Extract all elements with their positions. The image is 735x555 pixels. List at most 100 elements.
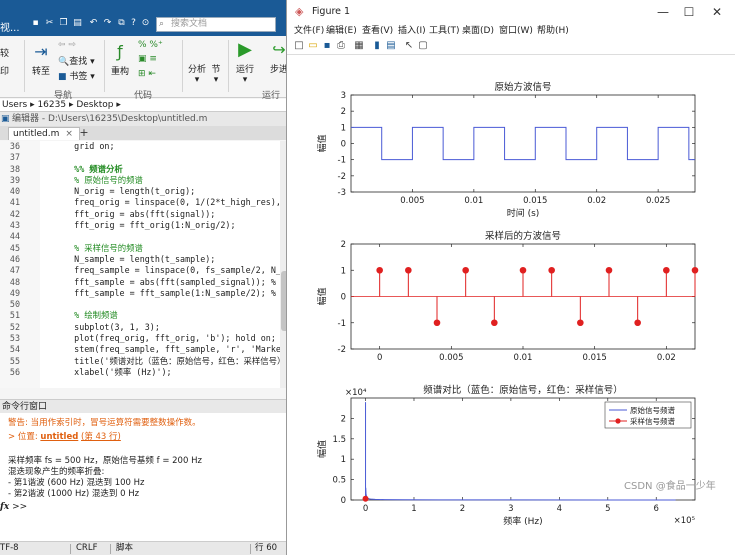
- editor-title: 编辑器 - D:\Users\16235\Desktop\untitled.m: [12, 114, 208, 124]
- menu-tools[interactable]: 工具(T): [429, 24, 460, 38]
- line-number: 40: [9, 186, 20, 197]
- paste-icon[interactable]: ▤: [72, 18, 83, 29]
- line-number: 53: [9, 333, 20, 344]
- code-editor[interactable]: 36 grid on; 37 38 %% 频谱分析 39 % 原始信号的频谱 40 N_…: [0, 141, 290, 388]
- address-bar[interactable]: Users ▸ 16235 ▸ Desktop ▸: [0, 99, 290, 112]
- save-figure-icon[interactable]: ▪: [321, 40, 333, 52]
- code-text: fft_sample = abs(fft(sampled_signal)); %…: [54, 276, 290, 287]
- cursor-icon[interactable]: ↖: [403, 40, 415, 52]
- run-button[interactable]: ▶ 运行 ▾: [232, 40, 258, 86]
- status-line: 行 60: [255, 543, 278, 553]
- line-number: 56: [9, 366, 20, 377]
- colorbar-icon[interactable]: ▮: [371, 40, 383, 52]
- analyze-button[interactable]: 分析 ▾: [186, 62, 208, 85]
- x-tick-label: 3: [508, 504, 513, 514]
- command-window[interactable]: 警告: 当用作索引时，冒号运算符需要整数操作数。 > 位置: untitled …: [0, 413, 290, 541]
- view-tab[interactable]: 视...: [0, 19, 20, 34]
- stem-marker: [433, 319, 441, 327]
- comment-icon[interactable]: % %⁺: [138, 40, 163, 50]
- stem-marker: [634, 319, 641, 327]
- close-tab-icon[interactable]: ×: [65, 129, 73, 139]
- x-tick-label: 1: [411, 504, 416, 514]
- close-button[interactable]: ✕: [707, 4, 727, 20]
- refactor-button[interactable]: ƒ 重构: [108, 42, 132, 77]
- help-icon[interactable]: ?: [128, 18, 139, 29]
- new-figure-icon[interactable]: □: [293, 40, 305, 52]
- property-editor-icon[interactable]: ▢: [417, 40, 429, 52]
- code-text: grid on;: [54, 141, 115, 151]
- menu-help[interactable]: 帮助(H): [537, 24, 569, 38]
- code-line: 51 % 绘制频谱: [0, 310, 280, 321]
- x-axis-label: 频率 (Hz): [503, 515, 542, 527]
- menu-edit[interactable]: 编辑(E): [326, 24, 357, 38]
- goto-button[interactable]: ⇥ 转至: [28, 42, 54, 77]
- location-file-link[interactable]: untitled: [40, 432, 78, 442]
- cut-icon[interactable]: ✂: [44, 18, 55, 29]
- minimize-button[interactable]: —: [653, 4, 673, 20]
- analyze-label: 分析: [187, 65, 206, 75]
- tab-untitled[interactable]: untitled.m ×: [8, 127, 80, 140]
- menu-desktop[interactable]: 桌面(D): [462, 24, 494, 38]
- back-forward-icon[interactable]: ⇦ ⇨: [58, 40, 76, 50]
- bookmark-button[interactable]: ■ 书签 ▾: [58, 69, 95, 82]
- stem-marker: [691, 266, 699, 274]
- indent-icon[interactable]: ⊞ ⇤: [138, 69, 156, 79]
- compare-button[interactable]: 较: [0, 46, 9, 59]
- code-text: fft_orig = fft_orig(1:N_orig/2); % 取: [54, 220, 290, 231]
- fx-icon[interactable]: fx: [0, 502, 9, 512]
- menu-file[interactable]: 文件(F): [294, 24, 324, 38]
- print-icon[interactable]: ⎙: [335, 40, 347, 52]
- x-tick-label: 5: [605, 504, 610, 514]
- save-icon[interactable]: ▪: [30, 18, 41, 29]
- location-line-link[interactable]: (第 43 行): [81, 432, 121, 442]
- find-button[interactable]: 🔍查找 ▾: [58, 54, 95, 67]
- code-line: 48 fft_sample = abs(fft(sampled_signal))…: [0, 277, 290, 288]
- y-tick-label: 1: [341, 123, 346, 133]
- x-tick-label: 2: [460, 504, 465, 514]
- x-tick-label: 0.025: [646, 196, 670, 206]
- link-plot-icon[interactable]: ▦: [353, 40, 365, 52]
- editor-tabbar: untitled.m × +: [0, 126, 290, 140]
- menu-view[interactable]: 查看(V): [362, 24, 393, 38]
- line-number: 55: [9, 355, 20, 366]
- new-tab-button[interactable]: +: [76, 127, 92, 139]
- menu-window[interactable]: 窗口(W): [499, 24, 533, 38]
- y-tick-label: -3: [338, 188, 346, 198]
- undo-icon[interactable]: ↶: [88, 18, 99, 29]
- menu-insert[interactable]: 插入(I): [398, 24, 426, 38]
- open-file-icon[interactable]: ▭: [307, 40, 319, 52]
- code-text: N_sample = length(t_sample); % FFT: [54, 253, 290, 264]
- section-button[interactable]: 节 ▾: [208, 62, 224, 85]
- maximize-button[interactable]: ☐: [679, 4, 699, 20]
- y-tick-label: 1: [341, 455, 346, 465]
- axes-box: [350, 94, 696, 193]
- redo-icon[interactable]: ↷: [102, 18, 113, 29]
- copy-icon[interactable]: ❐: [58, 18, 69, 29]
- bookmark-icon: ■: [58, 72, 67, 82]
- breadcrumb-user[interactable]: 16235: [37, 100, 66, 110]
- line-number: 44: [9, 231, 20, 242]
- line-number: 38: [9, 163, 20, 174]
- goto-label: 转至: [31, 67, 50, 77]
- breadcrumb-users[interactable]: Users: [2, 100, 27, 110]
- code-line: 41 freq_orig = linspace(0, 1/(2*t_high_r…: [0, 197, 290, 208]
- switch-windows-icon[interactable]: ⧉: [116, 18, 127, 29]
- code-line: 56 xlabel('频率 (Hz)');: [0, 367, 280, 378]
- y-tick-label: -2: [338, 345, 346, 355]
- stem-marker: [519, 266, 527, 274]
- print-button[interactable]: 印: [0, 64, 9, 77]
- figure-icon: ◈: [295, 5, 304, 18]
- code-text: stem(freq_sample, fft_sample, 'r', 'Mark…: [54, 344, 290, 355]
- figure-window: ◈ Figure 1 — ☐ ✕ 文件(F) 编辑(E) 查看(V) 插入(I)…: [286, 0, 735, 555]
- legend-icon[interactable]: ▤: [385, 40, 397, 52]
- command-prompt[interactable]: fx >>: [0, 502, 27, 512]
- search-documentation-input[interactable]: ⌕ 搜索文档: [156, 17, 276, 32]
- code-line: 47 freq_sample = linspace(0, fs_sample/2…: [0, 265, 290, 276]
- breadcrumb-desktop[interactable]: Desktop: [76, 100, 113, 110]
- stem-marker: [577, 319, 584, 327]
- code-line: 49 fft_sample = fft_sample(1:N_sample/2)…: [0, 288, 290, 299]
- insert-icon[interactable]: ▣ ≡: [138, 54, 157, 64]
- stem-marker: [548, 266, 555, 274]
- code-line: 54 stem(freq_sample, fft_sample, 'r', 'M…: [0, 344, 290, 355]
- collapse-icon[interactable]: ⊙: [140, 18, 151, 29]
